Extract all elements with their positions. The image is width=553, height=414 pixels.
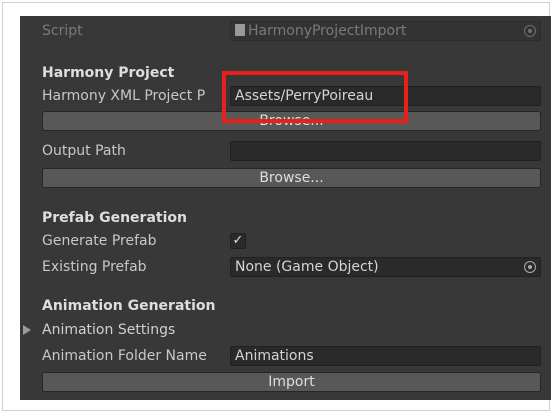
checkmark-icon: ✓: [232, 233, 244, 248]
script-field: HarmonyProjectImport: [230, 21, 541, 41]
generate-prefab-checkbox[interactable]: ✓: [230, 233, 246, 249]
foldout-arrow-icon[interactable]: [23, 325, 31, 335]
browse-row-1: Browse...: [20, 109, 551, 131]
animation-folder-field[interactable]: Animations: [230, 346, 541, 366]
inspector-panel: Script HarmonyProjectImport Harmony Proj…: [20, 16, 551, 400]
browse-row-2: Browse...: [20, 166, 551, 188]
object-picker-icon: [524, 25, 536, 37]
animation-generation-header: Animation Generation: [42, 298, 216, 314]
existing-prefab-value: None (Game Object): [235, 259, 379, 275]
prefab-generation-header: Prefab Generation: [42, 210, 187, 226]
output-path-field[interactable]: [230, 141, 541, 161]
generate-prefab-label: Generate Prefab: [42, 233, 157, 249]
animation-settings-label[interactable]: Animation Settings: [42, 321, 228, 339]
output-path-label: Output Path: [42, 143, 126, 159]
script-file-icon: [235, 24, 245, 36]
xml-browse-button[interactable]: Browse...: [42, 111, 541, 131]
generate-prefab-row: Generate Prefab ✓: [20, 229, 551, 251]
import-row: Import: [20, 370, 551, 392]
existing-prefab-field[interactable]: None (Game Object): [230, 257, 541, 277]
script-row: Script HarmonyProjectImport: [20, 19, 551, 41]
animation-folder-row: Animation Folder Name Animations: [20, 344, 551, 366]
script-label: Script: [42, 23, 83, 39]
existing-prefab-label: Existing Prefab: [42, 259, 147, 275]
existing-prefab-row: Existing Prefab None (Game Object): [20, 255, 551, 277]
xml-path-label: Harmony XML Project P: [42, 88, 206, 104]
xml-path-row: Harmony XML Project P Assets/PerryPoirea…: [20, 84, 551, 106]
output-path-row: Output Path: [20, 139, 551, 161]
animation-settings-foldout[interactable]: Animation Settings: [20, 318, 551, 340]
harmony-project-header: Harmony Project: [42, 65, 175, 81]
xml-path-field[interactable]: Assets/PerryPoireau: [230, 86, 541, 106]
output-browse-button[interactable]: Browse...: [42, 168, 541, 188]
script-value: HarmonyProjectImport: [248, 23, 407, 39]
object-picker-icon[interactable]: [524, 261, 536, 273]
import-button[interactable]: Import: [42, 372, 541, 392]
animation-folder-label: Animation Folder Name: [42, 348, 207, 364]
